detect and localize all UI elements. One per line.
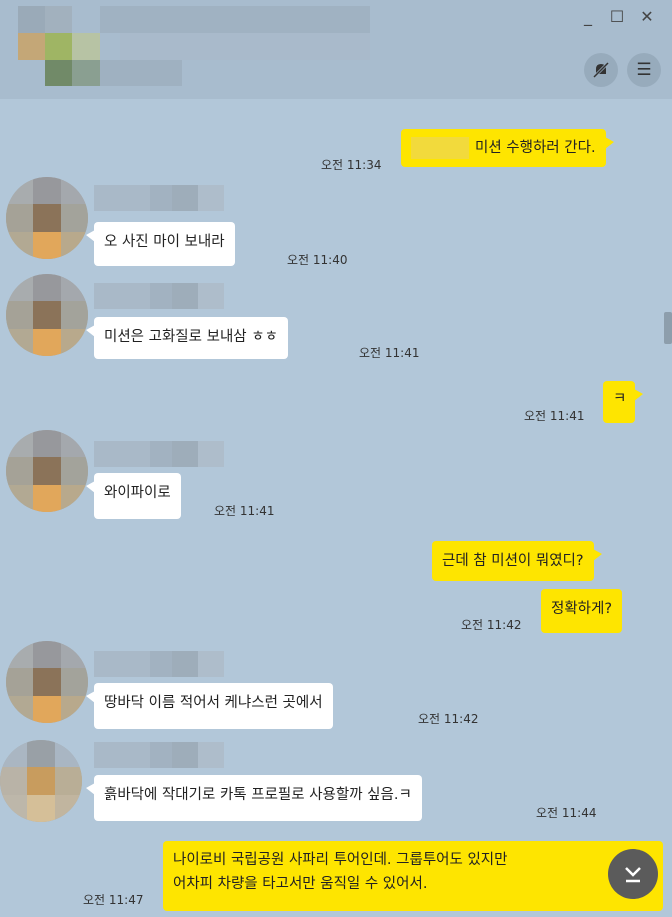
message-time: 오전 11:41: [359, 346, 420, 360]
message-text: 정확하게?: [551, 601, 613, 617]
bell-slash-icon: [592, 61, 610, 79]
chat-message-list[interactable]: 오전 11:34 미션 수행하러 간다. 오 사진 마이 보내라 오전 11:4…: [0, 99, 672, 917]
chat-room-title: [100, 6, 370, 60]
message-time: 오전 11:47: [83, 893, 144, 907]
message-time: 오전 11:41: [524, 409, 585, 423]
sender-name: [94, 283, 224, 309]
message-time: 오전 11:40: [287, 253, 348, 267]
close-button[interactable]: ✕: [636, 6, 658, 28]
redacted-text: [411, 137, 469, 159]
other-message-bubble[interactable]: 흙바닥에 작대기로 카톡 프로필로 사용할까 싶음.ㅋ: [86, 775, 422, 821]
chat-room-avatar: [18, 6, 100, 86]
chevron-double-down-icon: [625, 867, 641, 883]
my-message-bubble[interactable]: 미션 수행하러 간다.: [401, 129, 614, 167]
message-text: 오 사진 마이 보내라: [104, 234, 225, 250]
message-text: 미션 수행하러 간다.: [475, 140, 596, 156]
hamburger-menu-icon: ☰: [636, 60, 652, 80]
message-text: 땅바닥 이름 적어서 케냐스런 곳에서: [104, 695, 323, 711]
minimize-button[interactable]: _: [577, 6, 599, 28]
chat-room-subtitle: [100, 60, 182, 86]
scroll-to-bottom-button[interactable]: [608, 849, 658, 899]
sender-name: [94, 185, 224, 211]
avatar[interactable]: [0, 740, 82, 822]
other-message-bubble[interactable]: 미션은 고화질로 보내삼 ㅎㅎ: [86, 317, 288, 359]
sender-name: [94, 441, 224, 467]
message-time: 오전 11:44: [536, 806, 597, 820]
message-text: 근데 참 미션이 뭐였디?: [442, 553, 584, 569]
my-message-bubble[interactable]: 근데 참 미션이 뭐였디?: [432, 541, 602, 581]
other-message-bubble[interactable]: 와이파이로: [86, 473, 181, 519]
message-time: 오전 11:42: [461, 618, 522, 632]
my-message-bubble[interactable]: 정확하게?: [541, 589, 623, 633]
avatar[interactable]: [6, 641, 88, 723]
sender-name: [94, 742, 224, 768]
other-message-bubble[interactable]: 땅바닥 이름 적어서 케냐스런 곳에서: [86, 683, 333, 729]
message-text: 흙바닥에 작대기로 카톡 프로필로 사용할까 싶음.ㅋ: [104, 787, 412, 803]
avatar[interactable]: [6, 274, 88, 356]
scrollbar-thumb[interactable]: [664, 312, 672, 344]
message-time: 오전 11:34: [321, 158, 382, 172]
maximize-button[interactable]: ☐: [606, 6, 628, 28]
other-message-bubble[interactable]: 오 사진 마이 보내라: [86, 222, 235, 266]
chat-header: _ ☐ ✕ ☰: [0, 0, 672, 99]
mute-notification-button[interactable]: [584, 53, 618, 87]
avatar[interactable]: [6, 177, 88, 259]
sender-name: [94, 651, 224, 677]
message-text: ㅋ: [613, 391, 627, 407]
message-text-line: 어차피 차량을 타고서만 움직일 수 있어서.: [173, 876, 428, 892]
avatar[interactable]: [6, 430, 88, 512]
my-message-bubble[interactable]: 나이로비 국립공원 사파리 투어인데. 그룹투어도 있지만 어차피 차량을 타고…: [163, 841, 663, 911]
message-text: 와이파이로: [104, 485, 171, 501]
message-text: 미션은 고화질로 보내삼 ㅎㅎ: [104, 329, 278, 345]
message-time: 오전 11:41: [214, 504, 275, 518]
my-message-bubble[interactable]: ㅋ: [603, 381, 643, 423]
message-text-line: 나이로비 국립공원 사파리 투어인데. 그룹투어도 있지만: [173, 852, 508, 868]
message-time: 오전 11:42: [418, 712, 479, 726]
menu-button[interactable]: ☰: [627, 53, 661, 87]
